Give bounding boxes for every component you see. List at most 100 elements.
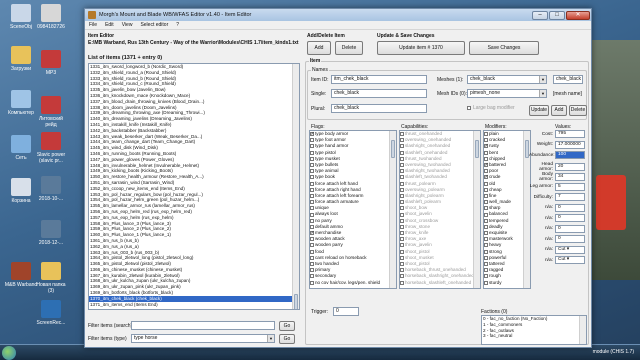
item-list-scrollbar[interactable] <box>292 64 299 309</box>
desktop-icon[interactable]: Загрузки <box>4 46 38 72</box>
desktop-icon[interactable]: Новая папка (3) <box>34 262 68 294</box>
value-row: Body armor: 34 <box>529 172 585 182</box>
mesh-name-caption: [mesh name] <box>553 91 582 97</box>
close-button[interactable]: ✕ <box>566 10 590 20</box>
minimize-button[interactable]: – <box>532 10 548 20</box>
mesh-name-input[interactable]: chek_black <box>553 75 583 84</box>
names-update-button[interactable]: Update <box>529 105 549 116</box>
desktop-icon-label: 2018-12-... <box>38 240 64 246</box>
shortcut-icon <box>11 90 31 108</box>
update-save-title: Update & Save Changes <box>377 33 435 39</box>
checkbox <box>484 231 488 236</box>
checkbox <box>484 249 488 254</box>
desktop-icon[interactable]: 2018-12-... <box>34 220 68 246</box>
value-input[interactable]: 0 <box>555 224 585 233</box>
modifiers-list[interactable]: plaincrackedrustybentchippedbatteredpoor… <box>483 130 531 289</box>
value-input[interactable]: 0 <box>555 235 585 243</box>
faction-item[interactable]: 3 - fac_neutral <box>482 333 586 339</box>
maximize-button[interactable]: □ <box>549 10 565 20</box>
checkbox <box>484 187 488 192</box>
flags-scrollbar[interactable] <box>389 131 396 288</box>
value-label: n/a: <box>544 236 553 242</box>
checkbox <box>310 169 314 174</box>
filter-search-go-button[interactable]: Go <box>279 321 295 331</box>
menu-select-editor[interactable]: Select editor <box>140 21 168 29</box>
add-item-button[interactable]: Add <box>307 41 331 55</box>
delete-item-button[interactable]: Delete <box>335 41 363 55</box>
filter-type-go-button[interactable]: Go <box>279 334 295 344</box>
value-label: Difficulty: <box>533 194 553 200</box>
value-input[interactable]: 0 <box>555 203 585 212</box>
checkbox <box>484 181 488 186</box>
single-name-input[interactable]: chek_black <box>331 89 427 98</box>
filter-type-dropdown[interactable]: type horse ▼ <box>131 334 275 343</box>
start-button[interactable] <box>2 346 16 360</box>
flag-item[interactable]: no cov hair/cov. legs/pen. shield <box>310 280 396 286</box>
update-item-button[interactable]: Update item # 1370 <box>377 41 465 55</box>
item-id-input[interactable]: itm_chek_black <box>331 75 427 84</box>
meshes-dropdown[interactable]: chek_black ▼ <box>467 75 547 84</box>
menu-help[interactable]: ? <box>176 21 179 29</box>
modifier-item-label: sturdy <box>489 279 502 285</box>
desktop-icon[interactable]: Slavic power (slavic pr... <box>34 132 68 164</box>
desktop-icon[interactable]: Компьютер <box>4 90 38 116</box>
desktop-icon[interactable]: 0984182726 <box>34 4 68 30</box>
flags-list[interactable]: type body armortype foot armortype hand … <box>309 130 397 289</box>
value-input[interactable]: 17.000000 <box>555 140 585 149</box>
names-label: Names <box>311 67 329 73</box>
trigger-input[interactable]: 0 <box>333 307 359 316</box>
plural-name-input[interactable]: chek_black <box>331 104 427 113</box>
checkbox <box>400 187 404 192</box>
large-bag-checkbox[interactable]: Large bag modifier <box>467 105 515 111</box>
item-list[interactable]: 1331_itm_sword_longword_b (Nordic_Sword)… <box>88 63 300 310</box>
background-character <box>596 175 626 230</box>
checkbox <box>484 174 489 180</box>
desktop-icon-label: Компьютер <box>8 110 34 116</box>
capabilities-list[interactable]: thrust_onehanded overswing_onehanded slash… <box>399 130 481 289</box>
list-item[interactable]: 1371_itm_items_end (Items End) <box>89 302 299 308</box>
capability-item[interactable]: horseback_slashleft_onehanded <box>400 280 480 286</box>
checkbox <box>484 243 488 248</box>
factions-list[interactable]: 0 - fac_no_faction (No_Faction) 1 - fac_c… <box>481 315 587 345</box>
mesh-ids-dropdown[interactable]: pimesh_none ▼ <box>467 89 547 98</box>
factions-scrollbar[interactable] <box>579 316 586 344</box>
desktop-icon[interactable]: SceneObj <box>4 4 38 30</box>
value-input[interactable]: 34 <box>555 173 585 181</box>
save-changes-button[interactable]: Save Changes <box>469 41 539 55</box>
filter-search-input[interactable] <box>131 321 275 330</box>
value-input[interactable]: 5 <box>555 182 585 191</box>
names-delete-button[interactable]: Delete <box>569 105 587 116</box>
menu-edit[interactable]: Edit <box>105 21 114 29</box>
checkbox <box>400 274 404 279</box>
add-delete-title: Add/Delete Item <box>307 33 345 39</box>
menu-file[interactable]: File <box>89 21 97 29</box>
shortcut-icon <box>41 132 61 150</box>
checkbox <box>400 218 404 223</box>
desktop-icon[interactable]: 2018-10-... <box>34 176 68 202</box>
desktop-icon[interactable]: MP3 <box>34 50 68 76</box>
checkbox <box>310 243 314 248</box>
value-input[interactable]: 0 <box>555 214 585 222</box>
value-label: Weight: <box>536 142 553 147</box>
damage-type-dropdown[interactable]: Cut ▾ <box>555 245 585 254</box>
value-input[interactable]: 20 <box>555 162 585 171</box>
value-input[interactable]: 795 <box>555 130 585 138</box>
desktop-icon-label: Сеть <box>15 155 27 161</box>
value-input[interactable]: 100 <box>555 151 585 159</box>
menu-view[interactable]: View <box>122 21 133 29</box>
desktop-icon[interactable]: Литовский рейд <box>34 96 68 128</box>
mesh-ids-label: Mesh IDs (0): <box>437 91 468 97</box>
app-icon <box>88 11 96 19</box>
names-add-button[interactable]: Add <box>551 105 567 116</box>
desktop-icon[interactable]: Корзина <box>4 178 38 204</box>
desktop-icon[interactable]: ScreenRec... <box>34 300 68 326</box>
value-dropdown-row: n/a: Cut ▾ <box>529 245 585 254</box>
value-input[interactable]: 7 <box>555 193 585 201</box>
desktop-icon-label: ScreenRec... <box>36 320 66 326</box>
checkbox <box>484 237 488 242</box>
desktop-icon[interactable]: Сеть <box>4 135 38 161</box>
damage-type-dropdown[interactable]: Cut ▾ <box>555 256 585 264</box>
mesh-ids-value: pimesh_none <box>470 90 501 96</box>
desktop-icon[interactable]: M&B Warband <box>4 262 38 288</box>
capabilities-scrollbar[interactable] <box>473 131 480 288</box>
